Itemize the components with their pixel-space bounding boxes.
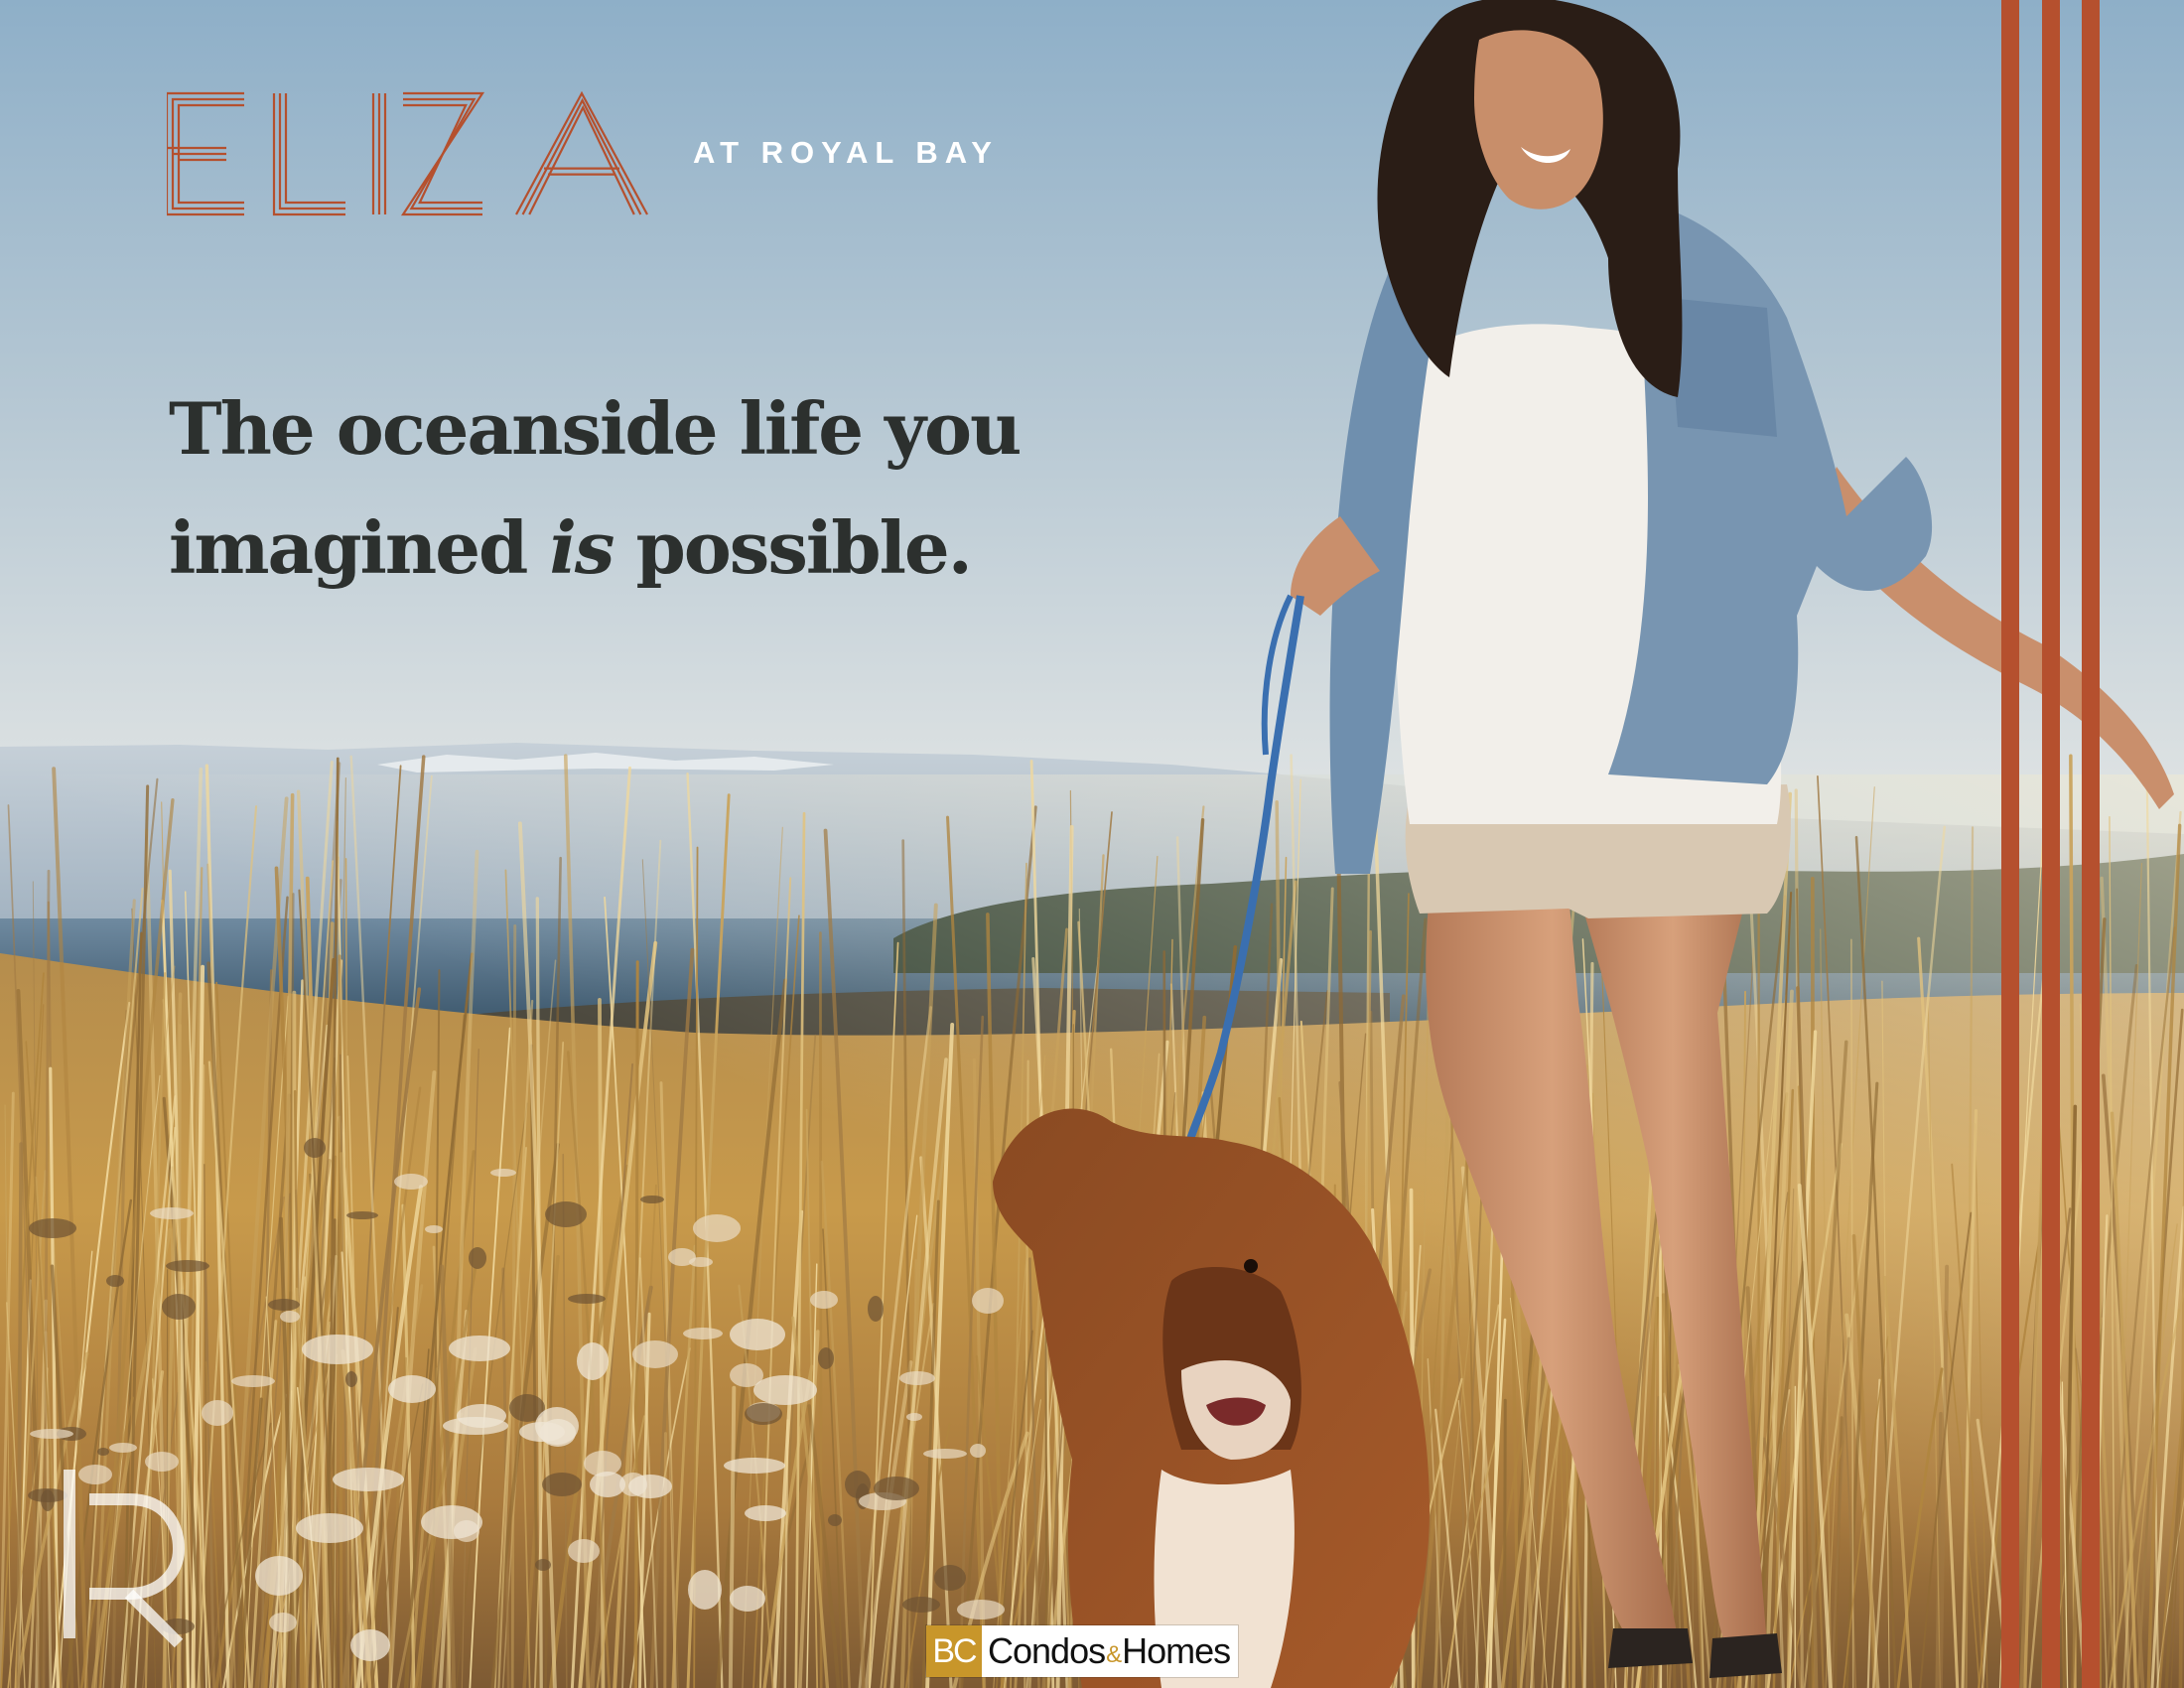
bc-condos-homes-badge[interactable]: BC Condos & Homes: [926, 1625, 1239, 1677]
badge-name-homes: Homes: [1122, 1630, 1231, 1671]
eliza-wordmark-logo: [167, 90, 648, 216]
headline-line-1: The oceanside life you: [169, 386, 1022, 471]
brand-subtitle: AT ROYAL BAY: [693, 135, 999, 170]
headline: The oceanside life you imagined is possi…: [169, 369, 1022, 608]
headline-word-possible: possible.: [635, 505, 972, 590]
headline-word-imagined: imagined: [169, 505, 528, 590]
badge-name: Condos & Homes: [982, 1625, 1239, 1677]
headline-line-2: imagined is possible.: [169, 489, 1020, 608]
photo-background: [0, 0, 2184, 1688]
badge-name-condos: Condos: [988, 1630, 1106, 1671]
ad-banner: AT ROYAL BAY The oceanside life you imag…: [0, 0, 2184, 1688]
badge-abbr: BC: [926, 1625, 982, 1677]
accent-stripe-1: [2001, 0, 2019, 1688]
headline-emphasis: is: [549, 505, 614, 590]
accent-stripe-2: [2042, 0, 2060, 1688]
r-monogram-icon: [64, 1470, 186, 1648]
badge-ampersand: &: [1106, 1641, 1122, 1668]
accent-stripe-3: [2082, 0, 2100, 1688]
